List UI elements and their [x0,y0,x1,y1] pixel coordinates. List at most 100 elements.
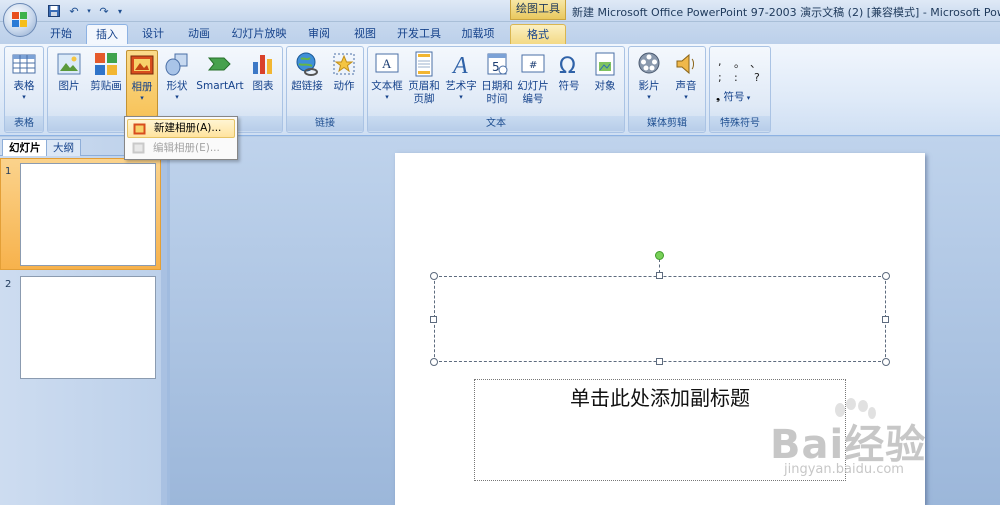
datetime-label-2: 时间 [486,93,508,105]
slide-number-label-2: 编号 [522,93,544,105]
chart-label: 图表 [252,80,274,92]
action-star-icon [330,50,358,78]
header-footer-icon [410,50,438,78]
rotation-connector [659,259,660,273]
album-button[interactable]: 相册 ▾ [126,50,158,117]
group-media: 影片 ▾ 声音 ▾ 媒体剪辑 [628,46,706,133]
slide-number-icon: # [519,50,547,78]
symbol-semicolon[interactable]: ; [718,71,722,84]
slide-number: 2 [5,279,12,290]
globe-link-icon [293,50,321,78]
window-title: 新建 Microsoft Office PowerPoint 97-2003 演… [572,6,1000,19]
symbol-button[interactable]: Ω 符号 [552,50,586,93]
tab-developer[interactable]: 开发工具 [390,24,448,44]
svg-text:A: A [451,53,468,78]
picture-icon [55,50,83,78]
special-symbol-button[interactable]: ❟ 符号 ▾ [716,89,750,104]
tab-view[interactable]: 视图 [344,24,386,44]
chevron-down-icon: ▾ [22,93,26,101]
smartart-label: SmartArt [196,80,244,92]
picture-button[interactable]: 图片 [52,50,86,93]
svg-text:Ω: Ω [559,54,576,78]
rotation-handle[interactable] [655,251,664,260]
slide-number: 1 [5,166,12,177]
resize-handle-top[interactable] [656,272,663,279]
textbox-button[interactable]: A 文本框 ▾ [370,50,404,101]
sound-button[interactable]: 声音 ▾ [669,50,703,101]
smartart-button[interactable]: SmartArt [196,50,244,93]
undo-icon[interactable]: ↶ [66,3,82,19]
object-icon [591,50,619,78]
chart-button[interactable]: 图表 [246,50,280,93]
omega-icon: Ω [555,50,583,79]
tab-slides[interactable]: 幻灯片 [2,139,48,156]
album-dropdown-menu: 新建相册(A)... 编辑相册(E)... [124,116,238,160]
resize-handle-top-right[interactable] [882,272,890,280]
resize-handle-right[interactable] [882,316,889,323]
resize-handle-bottom-right[interactable] [882,358,890,366]
wordart-button[interactable]: A 艺术字 ▾ [444,50,478,101]
tab-slideshow[interactable]: 幻灯片放映 [224,24,294,44]
group-label-media: 媒体剪辑 [629,116,705,131]
symbol-comma[interactable]: , [718,55,722,68]
object-button[interactable]: 对象 [588,50,622,93]
office-button[interactable] [3,3,37,37]
tab-addins[interactable]: 加载项 [452,24,504,44]
tab-format[interactable]: 格式 [510,24,566,44]
ribbon-tab-row: 开始 插入 设计 动画 幻灯片放映 审阅 视图 开发工具 加载项 格式 [0,22,1000,44]
tab-design[interactable]: 设计 [132,24,174,44]
tab-outline[interactable]: 大纲 [46,139,81,156]
album-icon [133,123,146,135]
shapes-label: 形状 [166,80,188,92]
watermark-url: jingyan.baidu.com [784,462,904,477]
clipart-button[interactable]: 剪贴画 [88,50,124,93]
undo-dropdown-icon[interactable]: ▾ [86,3,92,19]
menu-item-edit-album[interactable]: 编辑相册(E)... [127,139,235,158]
office-logo-icon [12,12,28,28]
save-icon[interactable] [46,3,62,19]
group-text: A 文本框 ▾ 页眉和 页脚 A 艺术字 ▾ 5 日期和 时间 # 幻灯片 编号… [367,46,625,133]
tab-insert[interactable]: 插入 [86,24,128,44]
table-icon [10,50,38,78]
slide-thumbnail-2[interactable] [20,276,156,379]
redo-icon[interactable]: ↷ [96,3,112,19]
film-reel-icon [635,50,663,78]
tab-review[interactable]: 审阅 [298,24,340,44]
calendar-icon: 5 [483,50,511,78]
symbol-question[interactable]: ? [754,71,760,84]
svg-text:A: A [382,56,392,71]
chevron-down-icon: ▾ [175,93,179,101]
slide-thumbnail-1[interactable] [20,163,156,266]
resize-handle-bottom[interactable] [656,358,663,365]
textbox-label: 文本框 [371,80,403,92]
chevron-down-icon: ▾ [385,93,389,101]
shapes-button[interactable]: 形状 ▾ [160,50,194,101]
chevron-down-icon: ▾ [459,93,463,101]
chevron-down-icon: ▾ [744,94,751,102]
resize-handle-left[interactable] [430,316,437,323]
header-footer-button[interactable]: 页眉和 页脚 [406,50,442,106]
slide-number-button[interactable]: # 幻灯片 编号 [516,50,550,106]
movie-button[interactable]: 影片 ▾ [631,50,667,101]
tab-animation[interactable]: 动画 [178,24,220,44]
title-placeholder[interactable] [434,276,886,362]
action-button[interactable]: 动作 [327,50,361,93]
album-icon [132,142,145,154]
symbol-colon[interactable]: : [734,71,738,84]
group-label-special: 特殊符号 [710,116,770,131]
movie-label: 影片 [638,80,660,92]
clipart-label: 剪贴画 [90,80,122,92]
tab-home[interactable]: 开始 [40,24,82,44]
table-button[interactable]: 表格 ▾ [7,50,41,101]
menu-item-new-album[interactable]: 新建相册(A)... [127,119,235,138]
customize-qat-icon[interactable]: ▾ [116,3,124,19]
hyperlink-button[interactable]: 超链接 [289,50,325,93]
resize-handle-top-left[interactable] [430,272,438,280]
subtitle-placeholder-text: 单击此处添加副标题 [570,386,750,410]
resize-handle-bottom-left[interactable] [430,358,438,366]
symbol-enum-comma[interactable]: 、 [750,55,761,71]
object-label: 对象 [594,80,616,92]
datetime-button[interactable]: 5 日期和 时间 [480,50,514,106]
shapes-icon [163,50,191,78]
symbol-period[interactable]: 。 [734,55,745,71]
